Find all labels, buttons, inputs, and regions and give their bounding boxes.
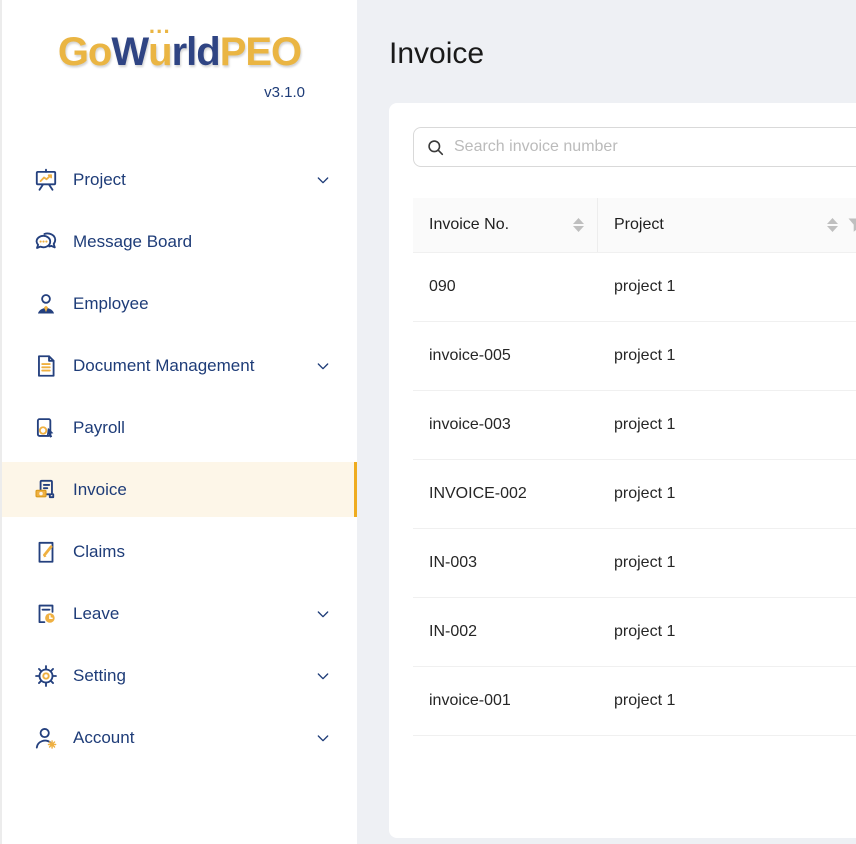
logo-smiley-u: u (148, 26, 171, 78)
cell-invoice-no: IN-002 (413, 598, 598, 666)
employee-icon (32, 290, 59, 317)
cell-invoice-no: invoice-001 (413, 667, 598, 735)
column-header-project[interactable]: Project (598, 198, 856, 252)
sidebar-menu: Project Message Board Employee Document Man… (2, 152, 357, 765)
table-header-row: Invoice No. Project (413, 198, 856, 253)
cell-project: project 1 (598, 391, 856, 459)
app-window: GoWurldPEO v3.1.0 Project Message Board Em… (0, 0, 856, 844)
claims-icon (32, 538, 59, 565)
sidebar-item-claims[interactable]: Claims (2, 524, 357, 579)
sidebar-item-project[interactable]: Project (2, 152, 357, 207)
invoice-icon (32, 476, 59, 503)
sidebar-item-label: Employee (73, 294, 331, 314)
cell-invoice-no: invoice-003 (413, 391, 598, 459)
main-content: Invoice Invoice No. (357, 0, 856, 844)
logo-part-w: W (111, 30, 148, 74)
search-box (413, 127, 856, 167)
account-icon (32, 724, 59, 751)
search-icon (426, 138, 454, 157)
table-body: 090project 1invoice-005project 1invoice-… (413, 253, 856, 736)
table-row: IN-003project 1 (413, 529, 856, 598)
cell-invoice-no: IN-003 (413, 529, 598, 597)
table-row: INVOICE-002project 1 (413, 460, 856, 529)
column-header-label: Invoice No. (429, 216, 509, 234)
cell-project: project 1 (598, 598, 856, 666)
table-row: 090project 1 (413, 253, 856, 322)
table-row: invoice-003project 1 (413, 391, 856, 460)
cell-project: project 1 (598, 529, 856, 597)
sidebar-item-label: Leave (73, 604, 307, 624)
column-header-invoice-no[interactable]: Invoice No. (413, 198, 598, 252)
invoice-card: Invoice No. Project (389, 103, 856, 838)
sidebar-item-label: Invoice (73, 480, 331, 500)
cell-project: project 1 (598, 460, 856, 528)
document-management-icon (32, 352, 59, 379)
sidebar-item-label: Account (73, 728, 307, 748)
cell-project: project 1 (598, 253, 856, 321)
sidebar-item-payroll[interactable]: Payroll (2, 400, 357, 455)
app-logo: GoWurldPEO (2, 26, 357, 78)
sidebar: GoWurldPEO v3.1.0 Project Message Board Em… (2, 0, 357, 844)
sidebar-item-message-board[interactable]: Message Board (2, 214, 357, 269)
project-icon (32, 166, 59, 193)
invoice-table: Invoice No. Project (413, 198, 856, 736)
setting-icon (32, 662, 59, 689)
sort-icon[interactable] (827, 218, 838, 232)
logo-part-rld: rld (172, 30, 220, 74)
cell-invoice-no: INVOICE-002 (413, 460, 598, 528)
sidebar-item-label: Document Management (73, 356, 307, 376)
sidebar-item-label: Payroll (73, 418, 331, 438)
chevron-down-icon (315, 730, 331, 746)
table-row: IN-002project 1 (413, 598, 856, 667)
sidebar-item-leave[interactable]: Leave (2, 586, 357, 641)
chevron-down-icon (315, 358, 331, 374)
cell-invoice-no: invoice-005 (413, 322, 598, 390)
logo-part-peo: PEO (220, 30, 301, 74)
sidebar-item-label: Claims (73, 542, 331, 562)
sidebar-item-account[interactable]: Account (2, 710, 357, 765)
sort-icon[interactable] (573, 218, 584, 232)
sidebar-item-document-management[interactable]: Document Management (2, 338, 357, 393)
sidebar-item-label: Project (73, 170, 307, 190)
chevron-down-icon (315, 668, 331, 684)
chevron-down-icon (315, 606, 331, 622)
leave-icon (32, 600, 59, 627)
sidebar-item-label: Setting (73, 666, 307, 686)
search-input[interactable] (454, 138, 856, 156)
filter-icon[interactable] (848, 218, 856, 233)
sidebar-item-setting[interactable]: Setting (2, 648, 357, 703)
table-row: invoice-001project 1 (413, 667, 856, 736)
payroll-icon (32, 414, 59, 441)
cell-project: project 1 (598, 322, 856, 390)
app-version: v3.1.0 (2, 84, 357, 102)
chevron-down-icon (315, 172, 331, 188)
page-title: Invoice (389, 34, 856, 74)
sidebar-item-label: Message Board (73, 232, 331, 252)
cell-invoice-no: 090 (413, 253, 598, 321)
sidebar-item-employee[interactable]: Employee (2, 276, 357, 331)
message-board-icon (32, 228, 59, 255)
table-row: invoice-005project 1 (413, 322, 856, 391)
column-header-label: Project (614, 216, 664, 234)
sidebar-item-invoice[interactable]: Invoice (2, 462, 357, 517)
cell-project: project 1 (598, 667, 856, 735)
logo-part-go: Go (58, 30, 112, 74)
